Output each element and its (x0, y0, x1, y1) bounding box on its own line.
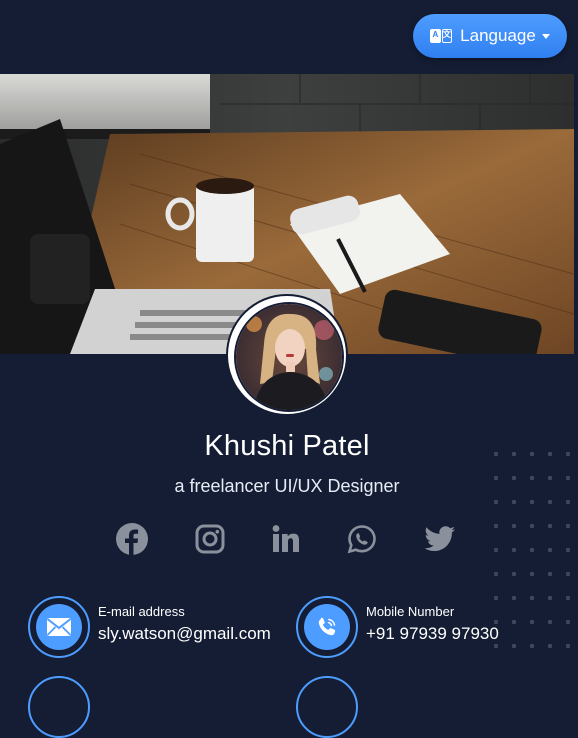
whatsapp-icon[interactable] (343, 520, 381, 558)
contact-email[interactable]: E-mail address sly.watson@gmail.com (28, 596, 278, 660)
email-value[interactable]: sly.watson@gmail.com (98, 624, 271, 644)
email-icon-circle (28, 596, 90, 658)
instagram-icon[interactable] (191, 520, 229, 558)
profile-tagline: a freelancer UI/UX Designer (174, 476, 400, 496)
email-label: E-mail address (98, 604, 185, 619)
contact-icon-partial[interactable] (28, 676, 90, 738)
language-label: Language (460, 26, 536, 45)
facebook-icon[interactable] (113, 520, 151, 558)
contact-mobile[interactable]: Mobile Number +91 97939 97930 (296, 596, 536, 660)
phone-icon (318, 617, 336, 636)
linkedin-icon[interactable] (267, 520, 305, 558)
caret-down-icon (541, 33, 550, 39)
contact-icon-partial[interactable] (296, 676, 358, 738)
avatar (228, 296, 346, 414)
translate-icon: A文 (430, 29, 453, 43)
phone-icon-circle (296, 596, 358, 658)
mobile-label: Mobile Number (366, 604, 455, 619)
social-links (0, 520, 574, 560)
profile-name: Khushi Patel (204, 430, 370, 462)
mobile-value[interactable]: +91 97939 97930 (366, 624, 499, 644)
twitter-icon[interactable] (421, 520, 459, 558)
language-dropdown-button[interactable]: A文 Language (413, 14, 567, 58)
envelope-icon (46, 618, 72, 636)
